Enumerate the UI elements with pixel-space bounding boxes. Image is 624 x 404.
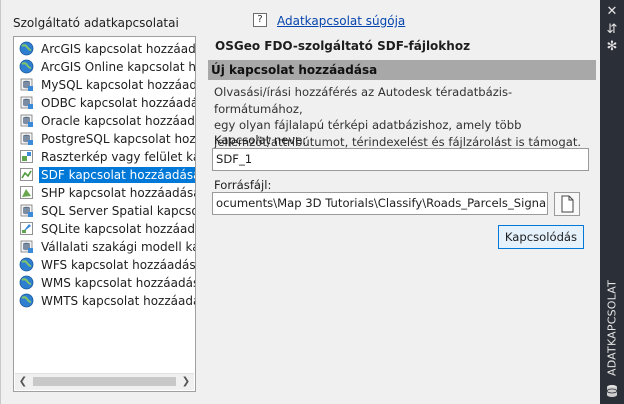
provider-list-item-label: ODBC kapcsolat hozzáadása	[41, 96, 196, 110]
provider-list-item[interactable]: Raszterkép vagy felület kapcs	[16, 148, 195, 165]
description-line: Olvasási/írási hozzáférés az Autodesk té…	[214, 85, 513, 116]
globe-icon	[19, 275, 34, 290]
database-icon	[19, 113, 34, 128]
provider-list-item-label: ArcGIS Online kapcsolat hozzá	[41, 60, 196, 74]
help-link[interactable]: Adatkapcsolat súgója	[277, 14, 405, 28]
provider-list-item[interactable]: WFS kapcsolat hozzáadása	[16, 256, 196, 273]
provider-list-item[interactable]: Vállalati szakági modell kapcs	[16, 238, 195, 255]
provider-list-item[interactable]: SDF kapcsolat hozzáadása	[16, 166, 195, 183]
connection-name-label: Kapcsolat neve:	[214, 133, 307, 147]
source-file-input[interactable]: ocuments\Map 3D Tutorials\Classify\Roads…	[212, 192, 548, 215]
provider-list-item[interactable]: MySQL kapcsolat hozzáadása	[16, 76, 196, 93]
globe-icon	[19, 41, 34, 56]
sqlite-icon	[19, 221, 34, 236]
provider-list-title: Szolgáltató adatkapcsolatai	[13, 16, 179, 30]
section-title: Új kapcsolat hozzáadása	[211, 63, 378, 77]
database-icon	[606, 385, 618, 397]
provider-list-item[interactable]: WMTS kapcsolat hozzáadása	[16, 292, 195, 309]
database-icon	[19, 131, 34, 146]
provider-list-item[interactable]: SQL Server Spatial kapcsolat h	[16, 202, 195, 219]
provider-list-item-label: SDF kapcsolat hozzáadása	[39, 167, 195, 183]
database-icon	[19, 239, 34, 254]
provider-list-item-label: SQLite kapcsolat hozzáadása	[41, 222, 195, 236]
provider-list-item[interactable]: Oracle kapcsolat hozzáadása	[16, 112, 195, 129]
provider-list-item[interactable]: WMS kapcsolat hozzáadása	[16, 274, 196, 291]
raster-icon	[19, 149, 34, 164]
provider-list-item-label: WMTS kapcsolat hozzáadása	[41, 294, 195, 308]
provider-list-item[interactable]: PostgreSQL kapcsolat hozzáa	[16, 130, 196, 147]
provider-list-item-label: Vállalati szakági modell kapcs	[41, 240, 195, 254]
provider-list-item[interactable]: ODBC kapcsolat hozzáadása	[16, 94, 196, 111]
connection-name-input[interactable]: SDF_1	[212, 148, 589, 171]
globe-icon	[19, 293, 34, 308]
file-icon	[561, 195, 574, 213]
provider-list-item-label: SQL Server Spatial kapcsolat h	[41, 204, 195, 218]
source-file-label: Forrásfájl:	[214, 178, 272, 192]
provider-list-item-label: ArcGIS kapcsolat hozzáadása	[41, 42, 196, 56]
data-connect-panel: Szolgáltató adatkapcsolatai ? Adatkapcso…	[0, 0, 600, 404]
provider-list-item-label: PostgreSQL kapcsolat hozzáa	[41, 132, 196, 146]
provider-list-item-label: SHP kapcsolat hozzáadása	[41, 186, 196, 200]
browse-file-button[interactable]	[554, 192, 580, 216]
close-icon[interactable]: ✕	[604, 5, 620, 19]
provider-list[interactable]: ArcGIS kapcsolat hozzáadása ArcGIS Online…	[13, 36, 196, 392]
scroll-left-icon[interactable]: ❮	[17, 376, 29, 388]
provider-list-item-label: Oracle kapcsolat hozzáadása	[41, 114, 195, 128]
description-line: egy olyan fájlalapú térképi adatbázishoz…	[214, 118, 522, 132]
connect-button[interactable]: Kapcsolódás	[498, 225, 584, 249]
scroll-right-icon[interactable]: ❯	[180, 376, 192, 388]
provider-list-item[interactable]: SQLite kapcsolat hozzáadása	[16, 220, 195, 237]
globe-icon	[19, 59, 34, 74]
sdf-icon	[19, 167, 34, 182]
palette-title-bar: ✕ ⇵ ✻ ADATKAPCSOLAT	[600, 0, 624, 404]
provider-list-item-label: WFS kapcsolat hozzáadása	[41, 258, 196, 272]
properties-icon[interactable]: ✻	[604, 40, 620, 54]
provider-list-item-label: Raszterkép vagy felület kapcs	[41, 150, 195, 164]
database-icon	[19, 95, 34, 110]
horizontal-scrollbar[interactable]: ❮ ❯	[15, 373, 194, 390]
palette-title-text: ADATKAPCSOLAT	[605, 279, 619, 377]
provider-list-item[interactable]: ArcGIS kapcsolat hozzáadása	[16, 40, 196, 57]
provider-list-item[interactable]: SHP kapcsolat hozzáadása	[16, 184, 196, 201]
database-icon	[19, 203, 34, 218]
provider-title: OSGeo FDO-szolgáltató SDF-fájlokhoz	[215, 39, 471, 53]
provider-list-item-label: WMS kapcsolat hozzáadása	[41, 276, 196, 290]
scroll-thumb[interactable]	[33, 377, 176, 386]
globe-icon	[19, 257, 34, 272]
help-icon[interactable]: ?	[253, 13, 267, 27]
shp-icon	[19, 185, 34, 200]
database-icon	[19, 77, 34, 92]
palette-title: ADATKAPCSOLAT	[604, 278, 620, 378]
provider-list-item-label: MySQL kapcsolat hozzáadása	[41, 78, 196, 92]
auto-hide-icon[interactable]: ⇵	[604, 23, 620, 37]
provider-list-item[interactable]: ArcGIS Online kapcsolat hozzá	[16, 58, 196, 75]
section-header: Új kapcsolat hozzáadása	[208, 60, 596, 80]
